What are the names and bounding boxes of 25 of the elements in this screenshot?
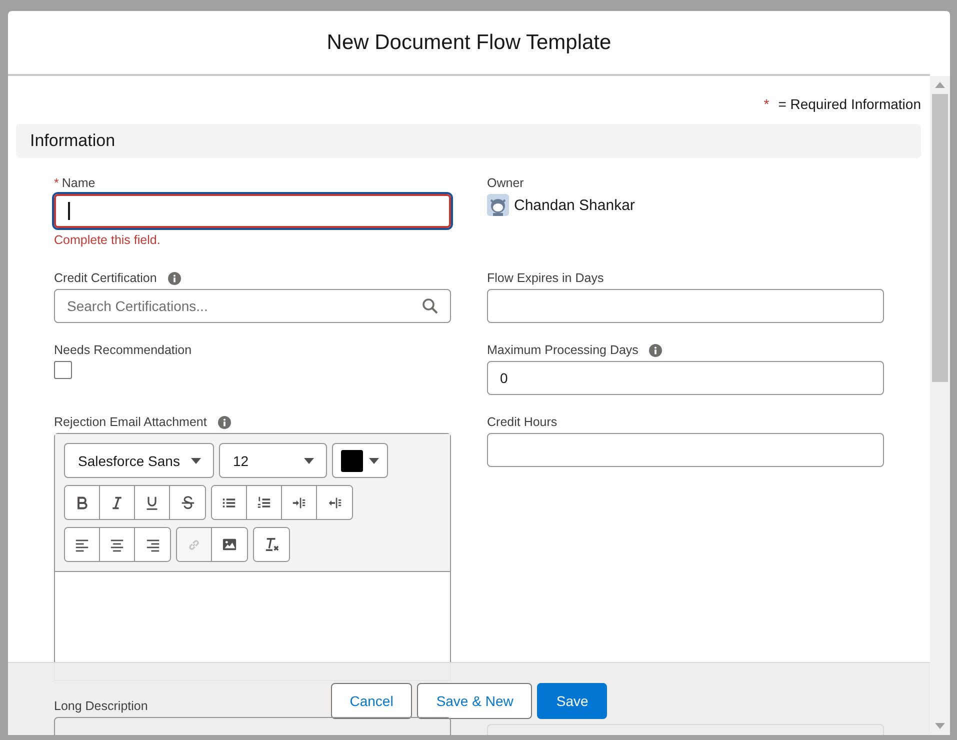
field-label: Flow Expires in Days <box>487 271 604 285</box>
section-header: Information <box>16 124 921 158</box>
modal-title: New Document Flow Template <box>326 30 612 54</box>
footer-button[interactable]: Cancel <box>330 683 412 719</box>
text-field[interactable]: 0 <box>487 361 884 395</box>
field-label: Maximum Processing Days <box>487 343 638 357</box>
field-value: 0 <box>500 370 508 386</box>
field-label: Long Description <box>54 699 148 713</box>
owner-name[interactable]: Chandan Shankar <box>514 196 635 214</box>
field-label: Credit Hours <box>487 415 558 429</box>
placeholder: Search Certifications... <box>67 298 208 314</box>
required-note: = Required Information <box>778 96 921 112</box>
field-label: Name <box>62 176 96 190</box>
footer-button[interactable]: Save & New <box>417 683 532 719</box>
font-size-select[interactable]: 12 <box>219 443 327 478</box>
field-label: Owner <box>487 176 524 190</box>
error-message: Complete this field. <box>54 233 162 247</box>
field-label: Needs Recommendation <box>54 343 192 357</box>
field-label: Rejection Email Attachment <box>54 415 207 429</box>
save-button[interactable]: Save <box>537 683 608 719</box>
required-asterisk: * <box>54 176 59 190</box>
field-label: Credit Certification <box>54 271 157 285</box>
font-family-select[interactable]: Salesforce Sans <box>64 443 214 478</box>
required-asterisk: * <box>764 96 770 112</box>
search-field[interactable]: Search Certifications... <box>54 289 451 323</box>
